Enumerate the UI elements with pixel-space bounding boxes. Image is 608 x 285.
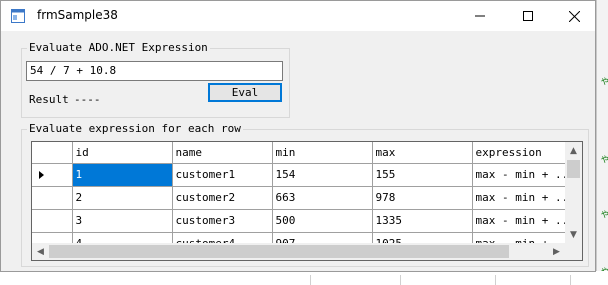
- table-row[interactable]: 3 customer3 500 1335 max - min + ...: [32, 209, 579, 233]
- close-button[interactable]: [551, 1, 597, 31]
- grid-table: id name min max expression 1 customer1 1…: [32, 142, 579, 256]
- table-row[interactable]: 2 customer2 663 978 max - min + ...: [32, 186, 579, 210]
- row-header[interactable]: [32, 186, 73, 210]
- column-header-min[interactable]: min: [272, 142, 373, 164]
- cell-min[interactable]: 154: [272, 163, 373, 187]
- table-row[interactable]: 1 customer1 154 155 max - min + ...: [32, 163, 579, 187]
- eval-button[interactable]: Eval: [208, 83, 282, 102]
- window-title: frmSample38: [37, 8, 118, 22]
- maximize-button[interactable]: [505, 1, 551, 31]
- cell-expression[interactable]: max - min + ...: [472, 209, 579, 233]
- close-icon: [568, 10, 580, 22]
- background-window-strip: ゃ ゃ ゃ ゃ: [596, 0, 608, 285]
- main-window: frmSample38 Evaluate ADO.NET Expression …: [0, 0, 596, 272]
- result-label: Result: [29, 93, 69, 106]
- background-glyph: ゃ: [600, 209, 608, 220]
- app-icon: [11, 9, 25, 23]
- cell-expression[interactable]: max - min + ...: [472, 163, 579, 187]
- scroll-right-icon[interactable]: ▶: [548, 243, 565, 260]
- row-header[interactable]: [32, 163, 73, 187]
- data-grid[interactable]: id name min max expression 1 customer1 1…: [31, 141, 583, 261]
- grid-corner-cell[interactable]: [32, 142, 73, 164]
- background-window-lines: [270, 271, 608, 285]
- column-header-expression[interactable]: expression: [472, 142, 579, 164]
- column-header-id[interactable]: id: [72, 142, 173, 164]
- cell-max[interactable]: 978: [372, 186, 473, 210]
- scroll-down-icon[interactable]: ▼: [565, 226, 582, 243]
- vertical-scrollbar[interactable]: ▲ ▼: [565, 142, 582, 243]
- background-glyph: ゃ: [600, 154, 608, 165]
- cell-name[interactable]: customer3: [172, 209, 273, 233]
- cell-id[interactable]: 3: [72, 209, 173, 233]
- maximize-icon: [523, 11, 533, 21]
- cell-min[interactable]: 500: [272, 209, 373, 233]
- scroll-left-icon[interactable]: ◀: [32, 243, 49, 260]
- grid-header-row: id name min max expression: [32, 142, 579, 164]
- cell-id[interactable]: 2: [72, 186, 173, 210]
- cell-name[interactable]: customer1: [172, 163, 273, 187]
- cell-id[interactable]: 1: [72, 163, 173, 187]
- row-header[interactable]: [32, 209, 73, 233]
- horizontal-scrollbar[interactable]: ◀ ▶: [32, 243, 565, 260]
- cell-max[interactable]: 155: [372, 163, 473, 187]
- vertical-scroll-thumb[interactable]: [567, 160, 580, 178]
- background-glyph: ゃ: [600, 76, 608, 87]
- column-header-name[interactable]: name: [172, 142, 273, 164]
- scrollbar-corner: [565, 243, 582, 260]
- cell-name[interactable]: customer2: [172, 186, 273, 210]
- rows-group-legend: Evaluate expression for each row: [27, 122, 243, 135]
- result-value: ----: [74, 93, 101, 106]
- column-header-max[interactable]: max: [372, 142, 473, 164]
- minimize-button[interactable]: [457, 1, 503, 31]
- cell-min[interactable]: 663: [272, 186, 373, 210]
- minimize-icon: [475, 15, 485, 17]
- expression-group-legend: Evaluate ADO.NET Expression: [27, 41, 210, 54]
- expression-input[interactable]: 54 / 7 + 10.8: [26, 61, 283, 81]
- scroll-up-icon[interactable]: ▲: [565, 142, 582, 159]
- current-row-arrow-icon: [39, 170, 44, 179]
- cell-max[interactable]: 1335: [372, 209, 473, 233]
- title-bar[interactable]: frmSample38: [1, 1, 595, 31]
- horizontal-scroll-thumb[interactable]: [49, 245, 509, 258]
- cell-expression[interactable]: max - min + ...: [472, 186, 579, 210]
